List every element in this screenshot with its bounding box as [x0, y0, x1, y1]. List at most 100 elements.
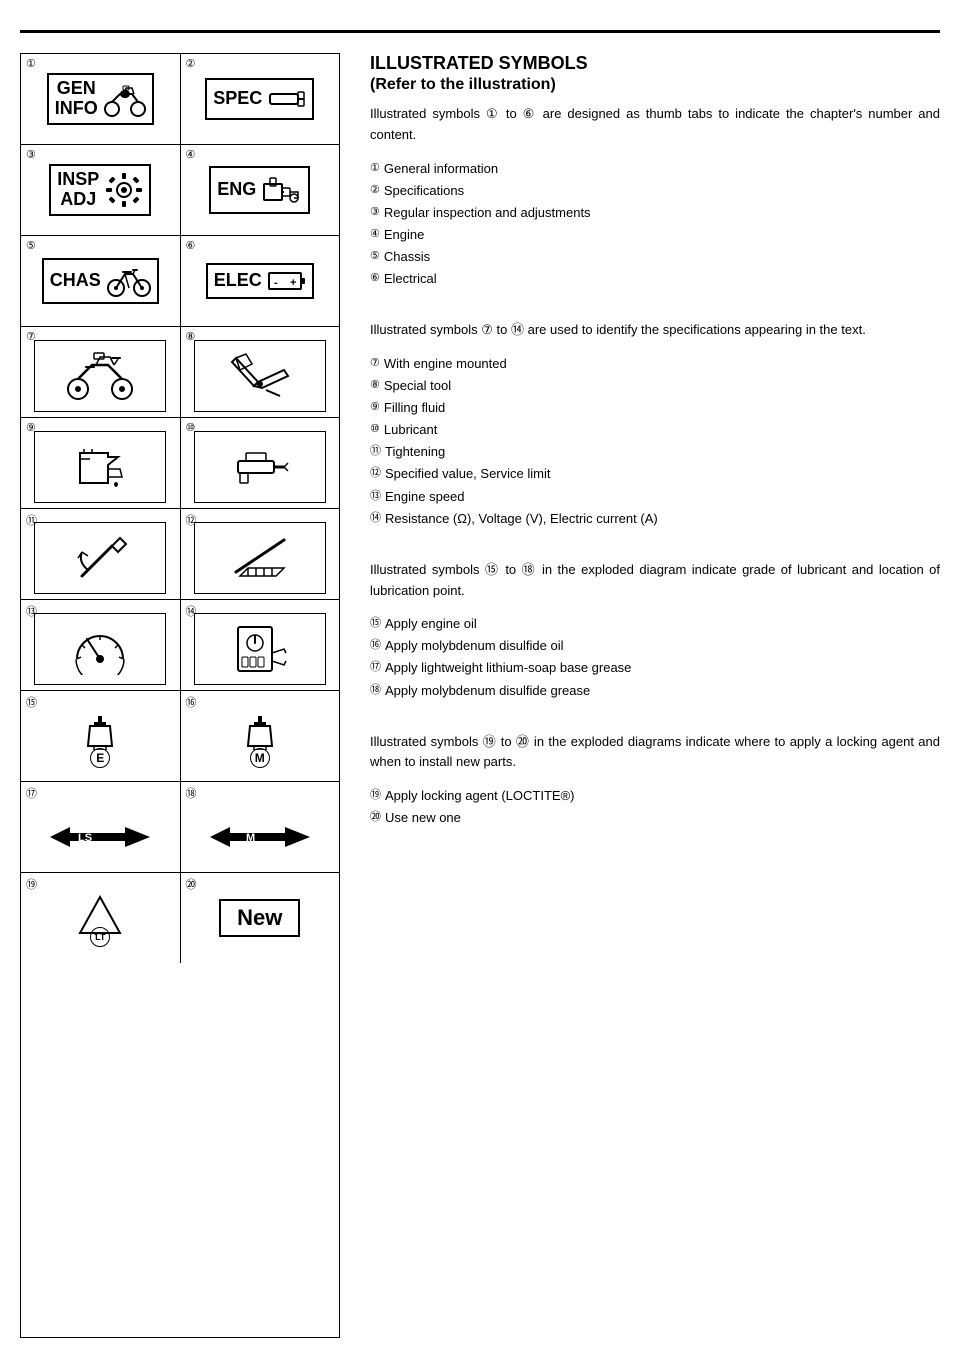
symbol-box-12 — [194, 522, 326, 594]
s10-num: ⑩ — [370, 420, 380, 442]
lub-18: ⑱ Apply molybdenum disulfide grease — [370, 680, 940, 702]
cell-content-17: LS — [27, 786, 174, 868]
page-title: ILLUSTRATED SYMBOLS — [370, 53, 940, 74]
symbol-box-9 — [34, 431, 166, 503]
s9-label: Filling fluid — [384, 397, 445, 419]
cell-content-16: M — [187, 695, 334, 777]
cell-8: ⑧ — [181, 327, 340, 417]
specs-intro-text: Illustrated symbols ⑦ to ⑭ are used to i… — [370, 320, 940, 341]
chapter-5: ⑤ Chassis — [370, 246, 940, 268]
content-row: ① GENINFO — [20, 53, 940, 1338]
ch3-num: ③ — [370, 203, 380, 225]
chapter-3: ③ Regular inspection and adjustments — [370, 202, 940, 224]
multimeter-icon — [228, 623, 292, 675]
ch3-label: Regular inspection and adjustments — [384, 202, 591, 224]
cell-gen-info: ① GENINFO — [21, 54, 181, 144]
cell-7: ⑦ — [21, 327, 181, 417]
tab-box-insp: INSPADJ — [49, 164, 151, 216]
speedometer-icon — [69, 623, 131, 675]
grid-row-6: ⑪ — [21, 509, 339, 600]
grid-row-7: ⑬ — [21, 600, 339, 691]
tab-box-gen: GENINFO — [47, 73, 154, 125]
grid-row-2: ③ INSPADJ — [21, 145, 339, 236]
tab-box-spec: SPEC — [205, 78, 314, 120]
tab-box-eng: ENG — [209, 166, 310, 214]
cell-num-13: ⑬ — [26, 603, 37, 619]
spec-12: ⑫ Specified value, Service limit — [370, 463, 940, 485]
cell-num-15: ⑮ — [26, 694, 37, 710]
l17-label: Apply lightweight lithium-soap base grea… — [385, 657, 631, 679]
ch1-num: ① — [370, 159, 380, 181]
cell-content-7 — [27, 331, 174, 413]
cell-spec: ② SPEC — [181, 54, 340, 144]
svg-text:+: + — [290, 277, 296, 289]
chapter-4: ④ Engine — [370, 224, 940, 246]
s14-num: ⑭ — [370, 509, 381, 531]
cell-num-8: ⑧ — [186, 330, 196, 343]
engine-icon — [262, 172, 302, 208]
s13-label: Engine speed — [385, 486, 465, 508]
ch4-num: ④ — [370, 225, 380, 247]
bicycle-icon — [107, 264, 151, 298]
wrench-icon — [268, 84, 306, 114]
l16-num: ⑯ — [370, 636, 381, 658]
cell-10: ⑩ — [181, 418, 340, 508]
cell-content-5: CHAS — [27, 240, 174, 322]
cell-num-19: ⑲ — [26, 876, 37, 892]
n20-num: ⑳ — [370, 808, 381, 830]
n19-num: ⑲ — [370, 786, 381, 808]
cell-content-18: M — [187, 786, 334, 868]
tab-label-eng: ENG — [217, 180, 256, 200]
cell-19: ⑲ LT — [21, 873, 181, 963]
s7-label: With engine mounted — [384, 353, 507, 375]
cell-num-3: ③ — [26, 148, 36, 161]
cell-content-9 — [27, 422, 174, 504]
symbol-grid: ① GENINFO — [20, 53, 340, 1338]
symbol-box-13 — [34, 613, 166, 685]
spec-7: ⑦ With engine mounted — [370, 353, 940, 375]
l15-label: Apply engine oil — [385, 613, 477, 635]
grease-LS-symbol: LS — [50, 822, 150, 852]
s10-label: Lubricant — [384, 419, 437, 441]
cell-content-12 — [187, 513, 334, 595]
ch6-label: Electrical — [384, 268, 437, 290]
lub-symbol-E: E — [84, 714, 116, 768]
cell-num-10: ⑩ — [186, 421, 196, 434]
lub-intro-text: Illustrated symbols ⑮ to ⑱ in the explod… — [370, 560, 940, 602]
lub-list: ⑮ Apply engine oil ⑯ Apply molybdenum di… — [370, 613, 940, 701]
cell-num-1: ① — [26, 57, 36, 70]
tab-label-gen: GENINFO — [55, 79, 98, 119]
s11-num: ⑪ — [370, 442, 381, 464]
cell-elec: ⑥ ELEC - + — [181, 236, 340, 326]
intro-text: Illustrated symbols ① to ⑥ are designed … — [370, 104, 940, 146]
svg-text:-: - — [274, 277, 278, 289]
grid-row-4: ⑦ — [21, 327, 339, 418]
n19-label: Apply locking agent (LOCTITE®) — [385, 785, 574, 807]
lub-symbol-M: M — [244, 714, 276, 768]
l18-num: ⑱ — [370, 681, 381, 703]
grid-row-9: ⑰ LS ⑱ — [21, 782, 339, 873]
symbol-box-10 — [194, 431, 326, 503]
lub-15: ⑮ Apply engine oil — [370, 613, 940, 635]
s8-label: Special tool — [384, 375, 451, 397]
cell-14: ⑭ — [181, 600, 340, 690]
ch5-label: Chassis — [384, 246, 430, 268]
tab-label-insp: INSPADJ — [57, 170, 99, 210]
cell-num-7: ⑦ — [26, 330, 36, 343]
cell-20: ⑳ New — [181, 873, 340, 963]
chapter-6: ⑥ Electrical — [370, 268, 940, 290]
tightening-icon — [68, 532, 132, 584]
spec-10: ⑩ Lubricant — [370, 419, 940, 441]
symbol-box-7 — [34, 340, 166, 412]
chapter-2: ② Specifications — [370, 180, 940, 202]
special-tool-icon — [226, 350, 294, 402]
cell-num-16: ⑯ — [186, 694, 197, 710]
ch1-label: General information — [384, 158, 498, 180]
lubricant-icon — [230, 441, 290, 493]
cell-15: ⑮ E — [21, 691, 181, 781]
specs-list: ⑦ With engine mounted ⑧ Special tool ⑨ F… — [370, 353, 940, 530]
grid-row-1: ① GENINFO — [21, 54, 339, 145]
cell-11: ⑪ — [21, 509, 181, 599]
tab-box-chas: CHAS — [42, 258, 159, 304]
spec-value-icon — [228, 532, 292, 584]
